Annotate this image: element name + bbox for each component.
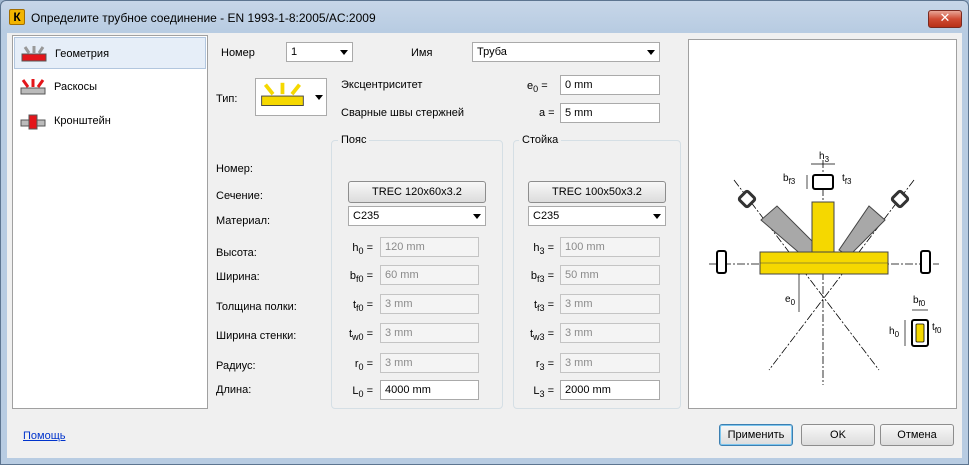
- joint-diagram: h3 bf3 tf3 e0 bf0 h0 tf0: [709, 151, 942, 385]
- chord-height-input[interactable]: 120 mm: [380, 237, 479, 257]
- dim-h0-label: h0: [889, 326, 900, 339]
- row-label-width: Ширина:: [216, 271, 260, 283]
- dialog-client: Геометрия Раскосы Кронштейн Номер 1 Имя …: [7, 33, 962, 458]
- row-label-material: Материал:: [216, 215, 271, 227]
- number-value: 1: [291, 46, 298, 58]
- help-link[interactable]: Помощь: [23, 430, 66, 442]
- app-icon: К: [9, 9, 25, 25]
- chord-length-input[interactable]: 4000 mm: [380, 380, 479, 400]
- dialog-window: К Определите трубное соединение - EN 199…: [0, 0, 969, 465]
- dim-e0-label: e0: [785, 294, 796, 307]
- chevron-down-icon: [315, 95, 323, 100]
- dim-bf0-label: bf0: [913, 295, 926, 308]
- sidebar-item-braces[interactable]: Раскосы: [14, 71, 206, 103]
- post-web-input[interactable]: 3 mm: [560, 323, 660, 343]
- chord-tw0-symbol: tw0 =: [348, 328, 373, 343]
- eccentricity-symbol: e0 =: [527, 80, 548, 95]
- post-bf3-symbol: bf3 =: [530, 270, 554, 285]
- post-material-value: C235: [533, 210, 560, 222]
- dim-tf0-label: tf0: [932, 322, 942, 335]
- post-radius-input[interactable]: 3 mm: [560, 353, 660, 373]
- chord-web-input[interactable]: 3 mm: [380, 323, 479, 343]
- chord-flange-input[interactable]: 3 mm: [380, 294, 479, 314]
- number-label: Номер: [221, 47, 255, 59]
- geometry-icon: [21, 46, 47, 62]
- chord-material-value: C235: [353, 210, 380, 222]
- post-length-input[interactable]: 2000 mm: [560, 380, 660, 400]
- braces-icon: [20, 79, 46, 95]
- chord-group-title: Пояс: [338, 134, 370, 146]
- chord-radius-input[interactable]: 3 mm: [380, 353, 479, 373]
- sidebar-item-geometry[interactable]: Геометрия: [14, 37, 206, 69]
- window-title: Определите трубное соединение - EN 1993-…: [31, 11, 376, 25]
- name-value: Труба: [477, 46, 507, 58]
- chevron-down-icon: [473, 214, 481, 219]
- bracket-icon: [20, 114, 46, 130]
- type-label: Тип:: [216, 93, 238, 105]
- welds-label: Сварные швы стержней: [341, 107, 465, 119]
- chord-material-combo[interactable]: C235: [348, 206, 486, 226]
- post-tf3-symbol: tf3 =: [533, 299, 554, 314]
- post-height-input[interactable]: 100 mm: [560, 237, 660, 257]
- sidebar-item-label: Геометрия: [55, 48, 110, 60]
- name-label: Имя: [411, 47, 433, 59]
- joint-preview: h3 bf3 tf3 e0 bf0 h0 tf0: [688, 39, 957, 409]
- chord-tf0-symbol: tf0 =: [352, 299, 373, 314]
- dim-h3-label: h3: [819, 151, 830, 164]
- sidebar-item-bracket[interactable]: Кронштейн: [14, 105, 206, 137]
- row-label-length: Длина:: [216, 384, 252, 396]
- post-tw3-symbol: tw3 =: [529, 328, 554, 343]
- post-flange-input[interactable]: 3 mm: [560, 294, 660, 314]
- cancel-button[interactable]: Отмена: [880, 424, 954, 446]
- chord-r0-symbol: r0 =: [354, 358, 373, 373]
- title-bar: К Определите трубное соединение - EN 199…: [1, 1, 968, 33]
- chord-section-button[interactable]: TREC 120x60x3.2: [348, 181, 486, 203]
- chevron-down-icon: [653, 214, 661, 219]
- row-label-radius: Радиус:: [216, 360, 256, 372]
- row-label-section: Сечение:: [216, 190, 263, 202]
- dim-bf3-label: bf3: [783, 173, 796, 186]
- welds-input[interactable]: 5 mm: [560, 103, 660, 123]
- chord-width-input[interactable]: 60 mm: [380, 265, 479, 285]
- apply-button[interactable]: Применить: [719, 424, 793, 446]
- close-button[interactable]: ✕: [928, 10, 962, 28]
- chord-bf0-symbol: bf0 =: [349, 270, 373, 285]
- chevron-down-icon: [340, 50, 348, 55]
- post-group-title: Стойка: [519, 134, 562, 146]
- chevron-down-icon: [647, 50, 655, 55]
- type-combo[interactable]: [255, 78, 327, 116]
- row-label-flange: Толщина полки:: [216, 301, 297, 313]
- dim-tf3-label: tf3: [842, 173, 852, 186]
- ok-button[interactable]: OK: [801, 424, 875, 446]
- post-h3-symbol: h3 =: [533, 242, 554, 257]
- chord-l0-symbol: L0 =: [352, 385, 373, 400]
- post-l3-symbol: L3 =: [533, 385, 554, 400]
- row-label-height: Высота:: [216, 247, 257, 259]
- number-combo[interactable]: 1: [286, 42, 353, 62]
- post-r3-symbol: r3 =: [535, 358, 554, 373]
- post-section-button[interactable]: TREC 100x50x3.2: [528, 181, 666, 203]
- welds-symbol: a =: [539, 107, 555, 119]
- post-width-input[interactable]: 50 mm: [560, 265, 660, 285]
- sidebar-item-label: Раскосы: [54, 81, 98, 93]
- chord-h0-symbol: h0 =: [352, 242, 373, 257]
- row-label-number: Номер:: [216, 163, 253, 175]
- post-material-combo[interactable]: C235: [528, 206, 666, 226]
- eccentricity-label: Эксцентриситет: [341, 79, 423, 91]
- sidebar-item-label: Кронштейн: [54, 115, 111, 127]
- row-label-web: Ширина стенки:: [216, 330, 297, 342]
- name-combo[interactable]: Труба: [472, 42, 660, 62]
- sidebar: Геометрия Раскосы Кронштейн: [12, 35, 208, 409]
- eccentricity-input[interactable]: 0 mm: [560, 75, 660, 95]
